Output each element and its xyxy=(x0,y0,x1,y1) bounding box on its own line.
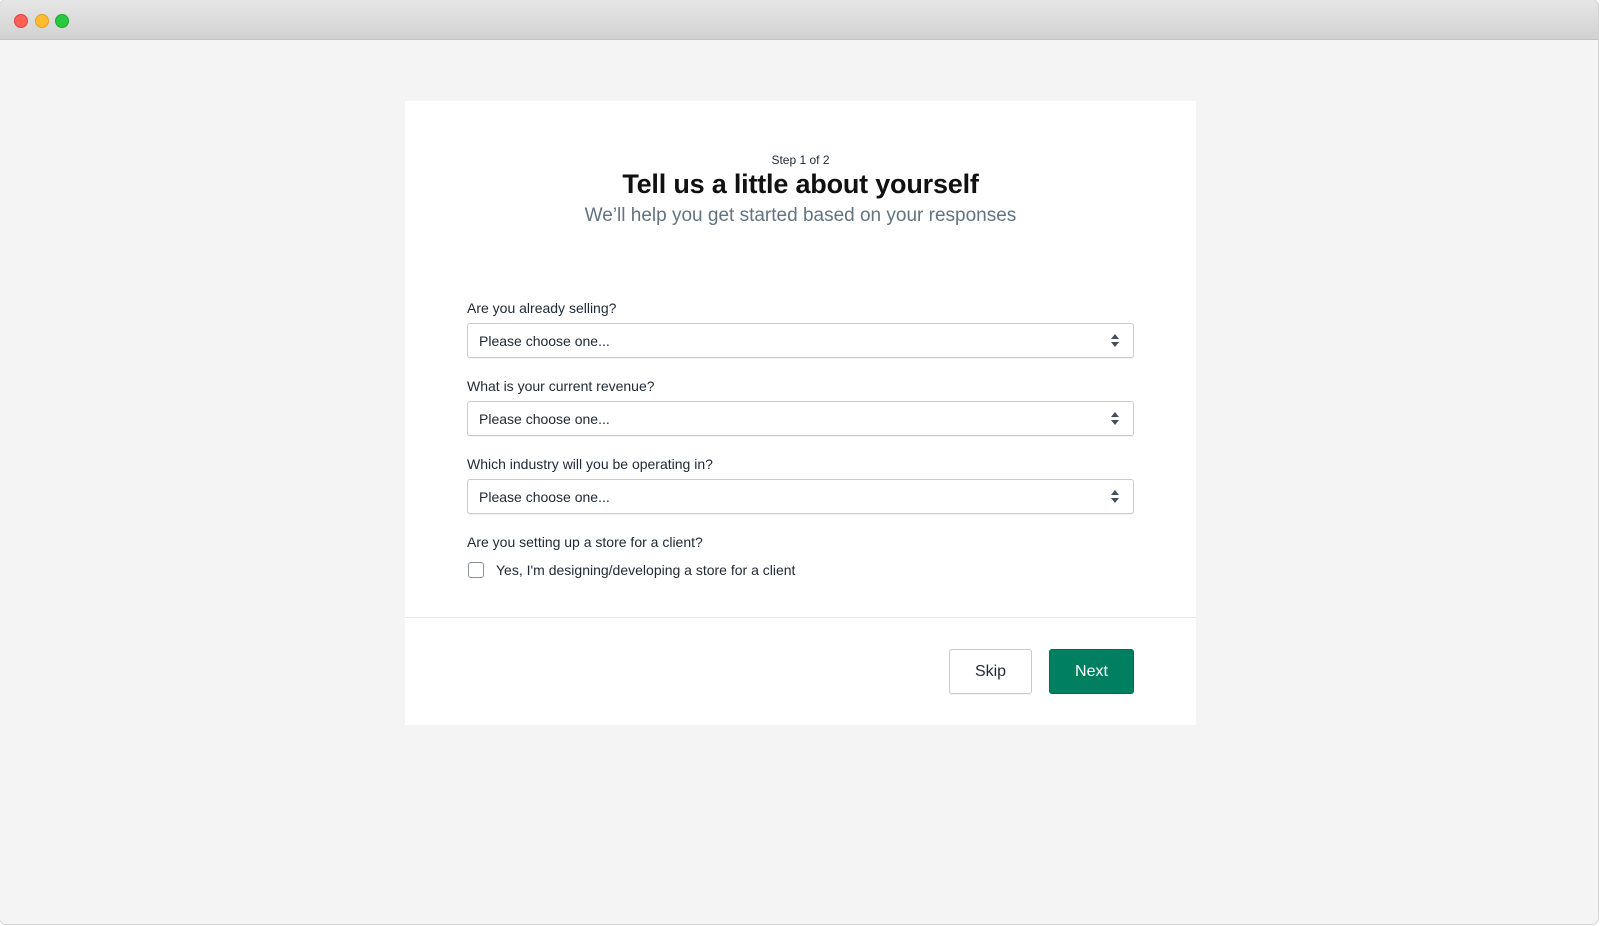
client-checkbox-label[interactable]: Yes, I'm designing/developing a store fo… xyxy=(496,562,795,578)
industry-select[interactable]: Please choose one... xyxy=(467,479,1134,514)
browser-window: Step 1 of 2 Tell us a little about yours… xyxy=(0,0,1598,924)
industry-select-value: Please choose one... xyxy=(479,489,610,505)
skip-button[interactable]: Skip xyxy=(949,649,1032,694)
onboarding-card: Step 1 of 2 Tell us a little about yours… xyxy=(405,101,1196,725)
selling-select[interactable]: Please choose one... xyxy=(467,323,1134,358)
step-indicator: Step 1 of 2 xyxy=(771,153,830,167)
page-title: Tell us a little about yourself xyxy=(622,169,979,199)
select-arrows-icon xyxy=(1111,490,1119,504)
selling-select-value: Please choose one... xyxy=(479,333,610,349)
minimize-window-icon[interactable] xyxy=(35,14,49,28)
title-bar xyxy=(0,0,1598,40)
industry-label: Which industry will you be operating in? xyxy=(467,456,713,472)
close-window-icon[interactable] xyxy=(14,14,28,28)
next-button[interactable]: Next xyxy=(1049,649,1134,694)
client-checkbox[interactable] xyxy=(468,562,484,578)
revenue-label: What is your current revenue? xyxy=(467,378,655,394)
client-label: Are you setting up a store for a client? xyxy=(467,534,703,550)
revenue-select-value: Please choose one... xyxy=(479,411,610,427)
revenue-select[interactable]: Please choose one... xyxy=(467,401,1134,436)
select-arrows-icon xyxy=(1111,334,1119,348)
select-arrows-icon xyxy=(1111,412,1119,426)
page-subtitle: We’ll help you get started based on your… xyxy=(584,205,1017,226)
footer-divider xyxy=(405,617,1196,618)
maximize-window-icon[interactable] xyxy=(55,14,69,28)
selling-label: Are you already selling? xyxy=(467,300,617,316)
